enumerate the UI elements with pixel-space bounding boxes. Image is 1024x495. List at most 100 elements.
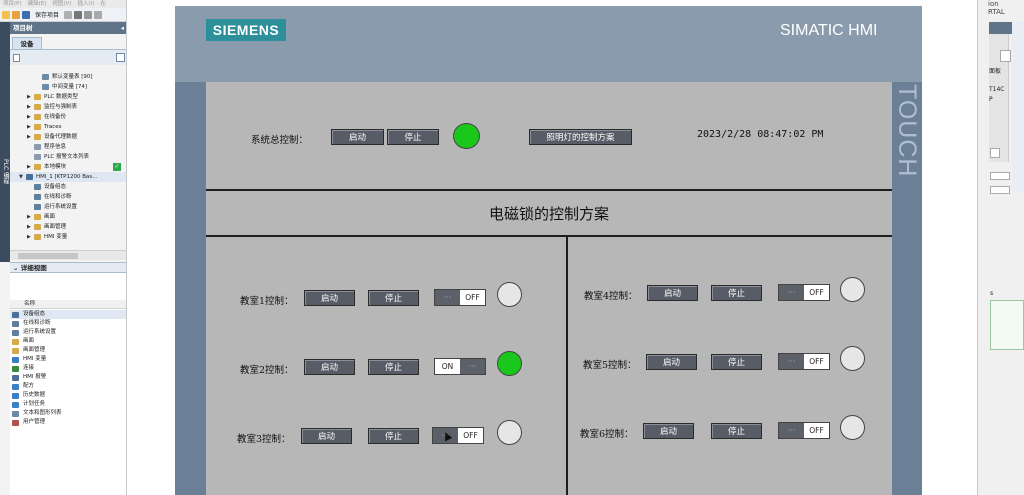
- room-6-start-button[interactable]: 启动: [643, 423, 694, 439]
- tree-item[interactable]: ▶ HMI 变量: [10, 232, 126, 242]
- master-stop-button[interactable]: 停止: [387, 129, 439, 145]
- open-project-icon[interactable]: [12, 10, 20, 19]
- cut-icon[interactable]: [74, 10, 83, 19]
- expand-arrow-icon[interactable]: ▶: [27, 112, 31, 122]
- tree-item[interactable]: 在线和诊断: [10, 192, 126, 202]
- master-start-button[interactable]: 启动: [331, 129, 384, 145]
- tree-item[interactable]: 程序信息: [10, 142, 126, 152]
- room-5-status-lamp: [840, 346, 865, 371]
- tree-item[interactable]: 默认变量表 [90]: [10, 72, 126, 82]
- room-4-toggle-switch[interactable]: ··· OFF: [778, 284, 830, 301]
- expand-arrow-icon[interactable]: ▶: [27, 102, 31, 112]
- right-scroll-down-icon[interactable]: [990, 148, 1000, 158]
- tree-item[interactable]: ▶ Traces: [10, 122, 126, 132]
- detail-item-icon: [12, 347, 19, 354]
- tree-item[interactable]: 设备组态: [10, 182, 126, 192]
- new-project-icon[interactable]: [2, 10, 10, 19]
- detail-item-icon: [12, 365, 19, 372]
- overview-icon[interactable]: [116, 53, 125, 62]
- room-4-start-button[interactable]: 启动: [647, 285, 698, 301]
- tree-item[interactable]: ▶ 画面: [10, 212, 126, 222]
- detail-list-item[interactable]: 运行系统设置: [10, 328, 126, 337]
- tree-node-icon: [34, 234, 41, 240]
- right-field-2[interactable]: [990, 186, 1010, 194]
- expand-arrow-icon[interactable]: ▶: [27, 132, 31, 142]
- room-6-toggle-switch[interactable]: ··· OFF: [778, 422, 830, 439]
- detail-item-icon: [12, 383, 19, 390]
- room-5-stop-button[interactable]: 停止: [711, 354, 762, 370]
- toggle-off-label: OFF: [460, 290, 485, 305]
- detail-list-item[interactable]: HMI 变量: [10, 355, 126, 364]
- plc-programming-sidebar-tab[interactable]: PLC 编程: [0, 22, 10, 262]
- menu-item[interactable]: 编辑(E): [28, 1, 47, 7]
- detail-item-label: 在线和诊断: [23, 320, 51, 326]
- room-1-start-button[interactable]: 启动: [304, 290, 355, 306]
- detail-list-item[interactable]: HMI 报警: [10, 373, 126, 382]
- name-column-header[interactable]: 名称: [10, 300, 126, 309]
- detail-list-item[interactable]: 历史数据: [10, 391, 126, 400]
- detail-list-item[interactable]: 在线和诊断: [10, 319, 126, 328]
- expand-arrow-icon[interactable]: ▶: [27, 92, 31, 102]
- room-2-toggle-switch[interactable]: ON ···: [434, 358, 486, 375]
- room-6-stop-button[interactable]: 停止: [711, 423, 762, 439]
- detail-list-item[interactable]: 配方: [10, 382, 126, 391]
- menu-item[interactable]: 插入(I): [77, 1, 94, 7]
- tree-item-label: 程序信息: [44, 144, 67, 150]
- detail-list-item[interactable]: 用户管理: [10, 418, 126, 427]
- tree-item-label: 中间变量 [74]: [52, 84, 88, 90]
- menu-item[interactable]: 在: [100, 1, 106, 7]
- save-icon[interactable]: [22, 10, 30, 19]
- room-3-status-lamp: [497, 420, 522, 445]
- toggle-off-label: OFF: [804, 354, 829, 369]
- expand-arrow-icon[interactable]: ▶: [27, 232, 31, 242]
- tree-item[interactable]: ▶ 在线备份: [10, 112, 126, 122]
- lighting-control-button[interactable]: 照明灯的控制方案: [529, 129, 632, 145]
- detail-list-item[interactable]: 画面管理: [10, 346, 126, 355]
- expand-arrow-icon[interactable]: ▶: [27, 122, 31, 132]
- tree-item[interactable]: ▼ HMI_1 [KTP1200 Bas...: [10, 172, 126, 182]
- collapse-arrow-icon[interactable]: ▼: [19, 172, 23, 182]
- tree-item[interactable]: ▶ PLC 数据类型: [10, 92, 126, 102]
- detail-view-header[interactable]: ⌄ 详细视图: [10, 262, 126, 273]
- expand-arrow-icon[interactable]: ▶: [27, 212, 31, 222]
- save-project-button[interactable]: 保存项目: [35, 10, 59, 19]
- tree-item[interactable]: ▶ 设备代理数据: [10, 132, 126, 142]
- right-field-1[interactable]: [990, 172, 1010, 180]
- tree-item[interactable]: ▶ 画面管理: [10, 222, 126, 232]
- tree-item[interactable]: 中间变量 [74]: [10, 82, 126, 92]
- tree-item[interactable]: ▶ 监控与强制表: [10, 102, 126, 112]
- right-option-box[interactable]: [1000, 50, 1011, 62]
- expand-arrow-icon[interactable]: ▶: [27, 162, 31, 172]
- menu-item[interactable]: 视图(V): [52, 1, 71, 7]
- room-5-start-button[interactable]: 启动: [646, 354, 697, 370]
- room-2-stop-button[interactable]: 停止: [368, 359, 419, 375]
- room-4-stop-button[interactable]: 停止: [711, 285, 762, 301]
- tree-item[interactable]: PLC 报警文本列表: [10, 152, 126, 162]
- room-3-toggle-switch[interactable]: ··· OFF: [432, 427, 484, 444]
- tree-horizontal-scrollbar[interactable]: [10, 250, 126, 260]
- print-icon[interactable]: [64, 10, 73, 19]
- room-3-start-button[interactable]: 启动: [301, 428, 352, 444]
- room-5-toggle-switch[interactable]: ··· OFF: [778, 353, 830, 370]
- detail-list-item[interactable]: 连接: [10, 364, 126, 373]
- tree-item[interactable]: 运行系统设置: [10, 202, 126, 212]
- menu-item[interactable]: 项目(P): [3, 1, 22, 7]
- room-2-start-button[interactable]: 启动: [304, 359, 355, 375]
- room-1-toggle-switch[interactable]: ··· OFF: [434, 289, 486, 306]
- tab-devices[interactable]: 设备: [12, 37, 42, 49]
- expand-arrow-icon[interactable]: ▶: [27, 222, 31, 232]
- collapse-icon[interactable]: ◂: [121, 22, 124, 34]
- paste-icon[interactable]: [94, 10, 103, 19]
- detail-list-item[interactable]: 文本和图形列表: [10, 409, 126, 418]
- room-1-stop-button[interactable]: 停止: [368, 290, 419, 306]
- detail-list-item[interactable]: 计划任务: [10, 400, 126, 409]
- scrollbar-thumb[interactable]: [18, 253, 78, 259]
- detail-list-item[interactable]: 设备组态: [10, 310, 126, 319]
- right-sidebar-tabs[interactable]: [1012, 22, 1024, 192]
- room-3-stop-button[interactable]: 停止: [368, 428, 419, 444]
- tree-toolbar: [10, 49, 126, 65]
- tree-item[interactable]: ▶ 本地模块 ✓: [10, 162, 126, 172]
- copy-icon[interactable]: [84, 10, 93, 19]
- page-icon[interactable]: [13, 54, 20, 62]
- detail-list-item[interactable]: 画面: [10, 337, 126, 346]
